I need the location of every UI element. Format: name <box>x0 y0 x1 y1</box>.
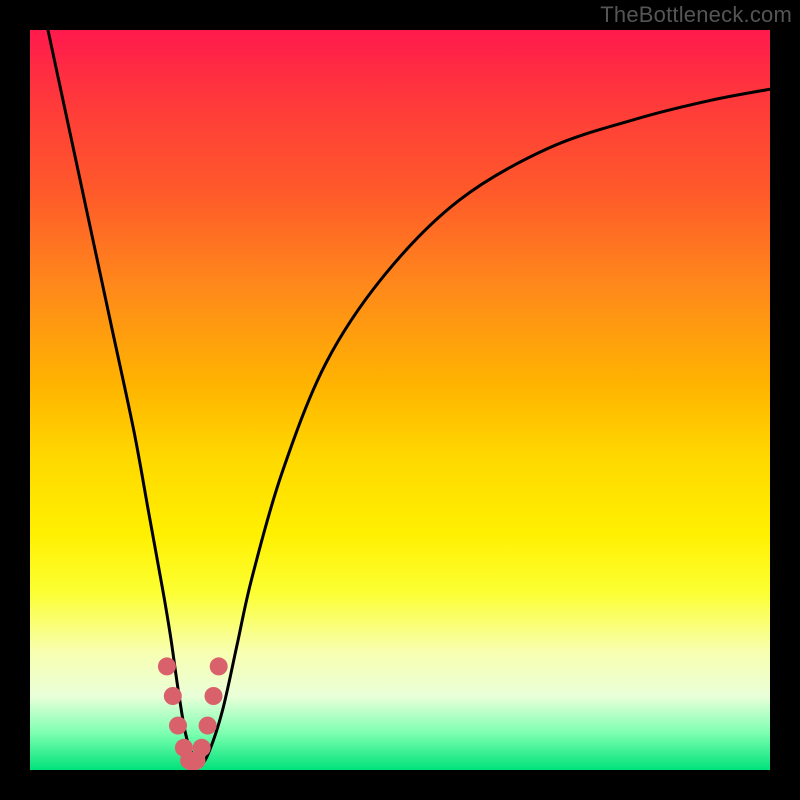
marker-group <box>158 657 228 770</box>
plot-area <box>30 30 770 770</box>
marker-dot <box>199 717 217 735</box>
marker-dot <box>169 717 187 735</box>
chart-frame: TheBottleneck.com <box>0 0 800 800</box>
marker-dot <box>158 657 176 675</box>
watermark-text: TheBottleneck.com <box>600 2 792 28</box>
marker-dot <box>164 687 182 705</box>
marker-dot <box>210 657 228 675</box>
marker-dot <box>193 739 211 757</box>
bottleneck-curve <box>45 30 770 763</box>
curve-layer <box>30 30 770 770</box>
marker-dot <box>205 687 223 705</box>
